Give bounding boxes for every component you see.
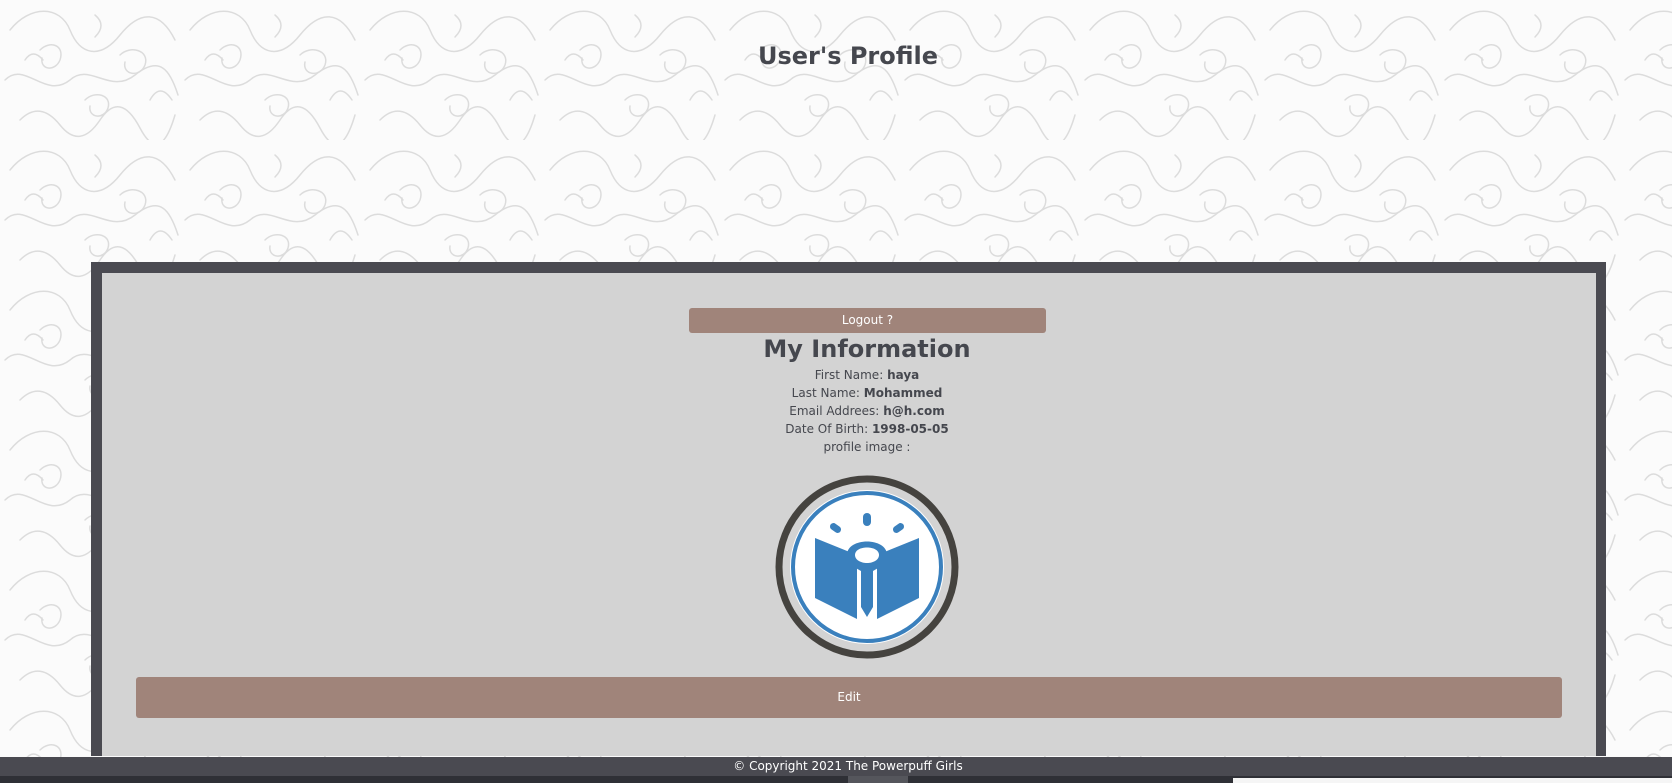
- bottom-strip: [0, 776, 1672, 783]
- dob-value: 1998-05-05: [871, 422, 949, 436]
- book-lightbulb-logo-icon: [775, 475, 959, 659]
- edit-button[interactable]: Edit: [136, 677, 1562, 718]
- last-name-label: Last Name:: [791, 386, 860, 400]
- footer: © Copyright 2021 The Powerpuff Girls: [0, 757, 1672, 776]
- email-value: h@h.com: [883, 404, 945, 418]
- scroll-thumb[interactable]: [848, 776, 908, 783]
- avatar: [775, 475, 959, 659]
- email-label: Email Addrees:: [789, 404, 880, 418]
- logout-button[interactable]: Logout ?: [689, 308, 1046, 333]
- email-row: Email Addrees: h@h.com: [0, 402, 1672, 420]
- page-title: User's Profile: [757, 42, 939, 70]
- first-name-label: First Name:: [814, 368, 884, 382]
- info-list: First Name: haya Last Name: Mohammed Ema…: [0, 366, 1672, 456]
- dob-label: Date Of Birth:: [785, 422, 869, 436]
- last-name-value: Mohammed: [863, 386, 943, 400]
- first-name-value: haya: [887, 368, 920, 382]
- last-name-row: Last Name: Mohammed: [0, 384, 1672, 402]
- section-heading: My Information: [763, 335, 971, 363]
- bottom-panel: [1233, 778, 1672, 783]
- footer-copyright: © Copyright 2021 The Powerpuff Girls: [733, 759, 963, 773]
- dob-row: Date Of Birth: 1998-05-05: [0, 420, 1672, 438]
- first-name-row: First Name: haya: [0, 366, 1672, 384]
- profile-image-label: profile image :: [823, 440, 911, 454]
